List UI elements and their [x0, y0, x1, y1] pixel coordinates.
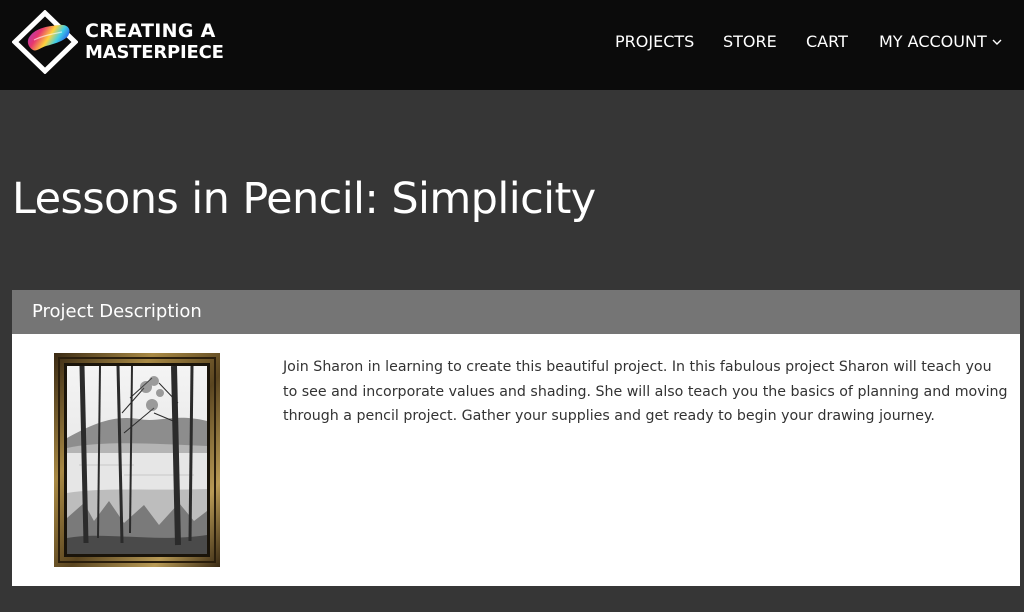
- brand-diamond-icon: [12, 10, 78, 74]
- nav-my-account[interactable]: MY ACCOUNT: [879, 33, 987, 51]
- brand-line-1: CREATING A: [85, 20, 216, 42]
- project-artwork-image: [54, 353, 220, 567]
- nav-cart[interactable]: CART: [806, 33, 848, 51]
- page-title: Lessons in Pencil: Simplicity: [12, 174, 596, 224]
- project-description-header: Project Description: [12, 290, 1020, 334]
- project-description-text: Join Sharon in learning to create this b…: [283, 359, 1008, 424]
- chevron-down-icon[interactable]: [992, 38, 1002, 46]
- nav-store[interactable]: STORE: [723, 33, 777, 51]
- project-description-panel: Join Sharon in learning to create this b…: [12, 334, 1020, 586]
- site-header: CREATING A MASTERPIECE PROJECTS STORE CA…: [0, 0, 1024, 90]
- brand-line-2: MASTERPIECE: [85, 42, 224, 63]
- section-label: Project Description: [32, 301, 202, 322]
- brand-wordmark[interactable]: CREATING A MASTERPIECE: [85, 20, 224, 64]
- nav-projects[interactable]: PROJECTS: [615, 33, 694, 51]
